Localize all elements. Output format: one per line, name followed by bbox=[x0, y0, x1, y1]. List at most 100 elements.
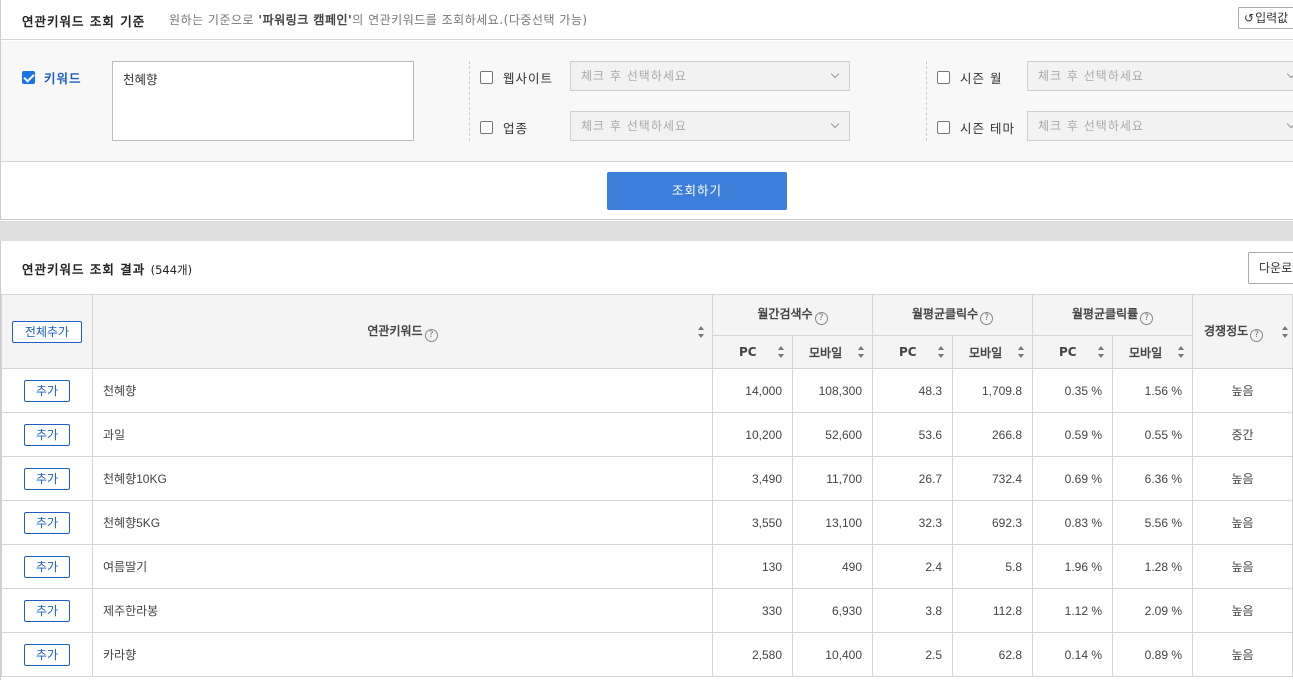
add-cell: 추가 bbox=[1, 456, 93, 501]
sort-icon[interactable] bbox=[858, 346, 864, 358]
download-button[interactable]: 다운로드 bbox=[1248, 252, 1293, 284]
sort-icon[interactable] bbox=[778, 346, 784, 358]
keyword-textarea[interactable]: 천혜향 bbox=[112, 61, 414, 141]
question-icon[interactable]: ? bbox=[1140, 312, 1154, 325]
add-cell: 추가 bbox=[1, 412, 93, 457]
add-button[interactable]: 추가 bbox=[24, 379, 70, 402]
question-icon[interactable]: ? bbox=[814, 312, 828, 325]
keyword-cell[interactable]: 천혜향5KG bbox=[92, 500, 713, 545]
ctr-pc-cell: 0.59 % bbox=[1032, 412, 1113, 457]
add-cell: 추가 bbox=[1, 544, 93, 589]
keyword-cell[interactable]: 카라향 bbox=[92, 632, 713, 677]
season-theme-select[interactable]: 체크 후 선택하세요 bbox=[1027, 111, 1293, 141]
monthly-search-header: 월간검색수? bbox=[712, 294, 873, 336]
ctr-pc-cell: 0.83 % bbox=[1032, 500, 1113, 545]
table-row: 추가 과일 10,200 52,600 53.6 266.8 0.59 % 0.… bbox=[1, 412, 1293, 457]
table-row: 추가 여름딸기 130 490 2.4 5.8 1.96 % 1.28 % 높음 bbox=[1, 544, 1293, 589]
criteria-description: 원하는 기준으로 '파워링크 캠페인'의 연관키워드를 조회하세요.(다중선택 … bbox=[169, 11, 588, 28]
ctr-mobile-cell: 1.28 % bbox=[1112, 544, 1193, 589]
chevron-down-icon bbox=[830, 119, 840, 129]
click-pc-header[interactable]: PC bbox=[872, 335, 953, 369]
add-button[interactable]: 추가 bbox=[24, 467, 70, 490]
add-all-button[interactable]: 전체추가 bbox=[12, 320, 82, 343]
competition-label: 경쟁정도 bbox=[1204, 323, 1249, 338]
add-button[interactable]: 추가 bbox=[24, 423, 70, 446]
add-button[interactable]: 추가 bbox=[24, 643, 70, 666]
divider bbox=[926, 61, 927, 141]
ctr-mobile-label: 모바일 bbox=[1129, 345, 1163, 360]
click-pc-cell: 32.3 bbox=[872, 500, 953, 545]
website-select-placeholder: 체크 후 선택하세요 bbox=[581, 69, 687, 83]
click-mobile-cell: 692.3 bbox=[952, 500, 1033, 545]
sort-icon[interactable] bbox=[1098, 346, 1104, 358]
add-all-header: 전체추가 bbox=[1, 294, 93, 369]
click-mobile-header[interactable]: 모바일 bbox=[952, 335, 1033, 369]
ctr-mobile-cell: 0.55 % bbox=[1112, 412, 1193, 457]
search-pc-header[interactable]: PC bbox=[712, 335, 793, 369]
reset-button[interactable]: ↺입력값 bbox=[1238, 7, 1293, 29]
results-title-text: 연관키워드 조회 결과 bbox=[22, 262, 146, 277]
sort-icon[interactable] bbox=[1178, 346, 1184, 358]
search-mobile-cell: 52,600 bbox=[792, 412, 873, 457]
refresh-icon: ↺ bbox=[1244, 11, 1255, 25]
keyword-checkbox[interactable] bbox=[22, 71, 35, 84]
keyword-column-header[interactable]: 연관키워드? bbox=[92, 294, 713, 369]
add-button[interactable]: 추가 bbox=[24, 599, 70, 622]
chevron-down-icon bbox=[830, 69, 840, 79]
table-row: 추가 천혜향5KG 3,550 13,100 32.3 692.3 0.83 %… bbox=[1, 500, 1293, 545]
question-icon[interactable]: ? bbox=[1250, 328, 1264, 342]
search-mobile-header[interactable]: 모바일 bbox=[792, 335, 873, 369]
sort-icon[interactable] bbox=[1018, 346, 1024, 358]
ctr-pc-cell: 0.69 % bbox=[1032, 456, 1113, 501]
keyword-cell[interactable]: 여름딸기 bbox=[92, 544, 713, 589]
ctr-pc-header[interactable]: PC bbox=[1032, 335, 1113, 369]
season-month-select[interactable]: 체크 후 선택하세요 bbox=[1027, 61, 1293, 91]
website-label: 웹사이트 bbox=[503, 71, 554, 86]
website-checkbox[interactable] bbox=[480, 71, 493, 84]
add-cell: 추가 bbox=[1, 368, 93, 413]
click-pc-cell: 3.8 bbox=[872, 588, 953, 633]
search-pc-cell: 3,550 bbox=[712, 500, 793, 545]
search-button[interactable]: 조회하기 bbox=[607, 172, 787, 210]
ctr-pc-cell: 0.14 % bbox=[1032, 632, 1113, 677]
chevron-down-icon bbox=[1286, 69, 1293, 79]
industry-label: 업종 bbox=[503, 121, 529, 136]
keyword-cell[interactable]: 과일 bbox=[92, 412, 713, 457]
search-mobile-cell: 13,100 bbox=[792, 500, 873, 545]
click-mobile-cell: 732.4 bbox=[952, 456, 1033, 501]
click-pc-cell: 26.7 bbox=[872, 456, 953, 501]
add-button[interactable]: 추가 bbox=[24, 511, 70, 534]
search-mobile-label: 모바일 bbox=[809, 345, 843, 360]
search-mobile-cell: 11,700 bbox=[792, 456, 873, 501]
keyword-cell[interactable]: 천혜향10KG bbox=[92, 456, 713, 501]
click-pc-cell: 48.3 bbox=[872, 368, 953, 413]
add-cell: 추가 bbox=[1, 588, 93, 633]
keyword-cell[interactable]: 제주한라봉 bbox=[92, 588, 713, 633]
sort-icon[interactable] bbox=[938, 346, 944, 358]
website-select[interactable]: 체크 후 선택하세요 bbox=[570, 61, 850, 91]
competition-cell: 높음 bbox=[1192, 500, 1293, 545]
season-month-checkbox[interactable] bbox=[937, 71, 950, 84]
competition-header[interactable]: 경쟁정도? bbox=[1192, 294, 1293, 369]
search-pc-cell: 130 bbox=[712, 544, 793, 589]
search-pc-cell: 10,200 bbox=[712, 412, 793, 457]
industry-select[interactable]: 체크 후 선택하세요 bbox=[570, 111, 850, 141]
search-pc-cell: 14,000 bbox=[712, 368, 793, 413]
sort-icon[interactable] bbox=[698, 325, 704, 338]
industry-checkbox[interactable] bbox=[480, 121, 493, 134]
search-pc-cell: 3,490 bbox=[712, 456, 793, 501]
monthly-ctr-header: 월평균클릭률? bbox=[1032, 294, 1193, 336]
question-icon[interactable]: ? bbox=[980, 312, 994, 325]
keyword-cell[interactable]: 천혜향 bbox=[92, 368, 713, 413]
competition-cell: 높음 bbox=[1192, 544, 1293, 589]
add-button[interactable]: 추가 bbox=[24, 555, 70, 578]
click-pc-cell: 53.6 bbox=[872, 412, 953, 457]
sort-icon[interactable] bbox=[1282, 325, 1288, 338]
search-mobile-cell: 6,930 bbox=[792, 588, 873, 633]
season-theme-checkbox[interactable] bbox=[937, 121, 950, 134]
question-icon[interactable]: ? bbox=[424, 328, 438, 342]
reset-label: 입력값 bbox=[1255, 11, 1289, 25]
keyword-label: 키워드 bbox=[44, 71, 82, 86]
ctr-mobile-header[interactable]: 모바일 bbox=[1112, 335, 1193, 369]
monthly-ctr-label: 월평균클릭률 bbox=[1071, 307, 1139, 321]
